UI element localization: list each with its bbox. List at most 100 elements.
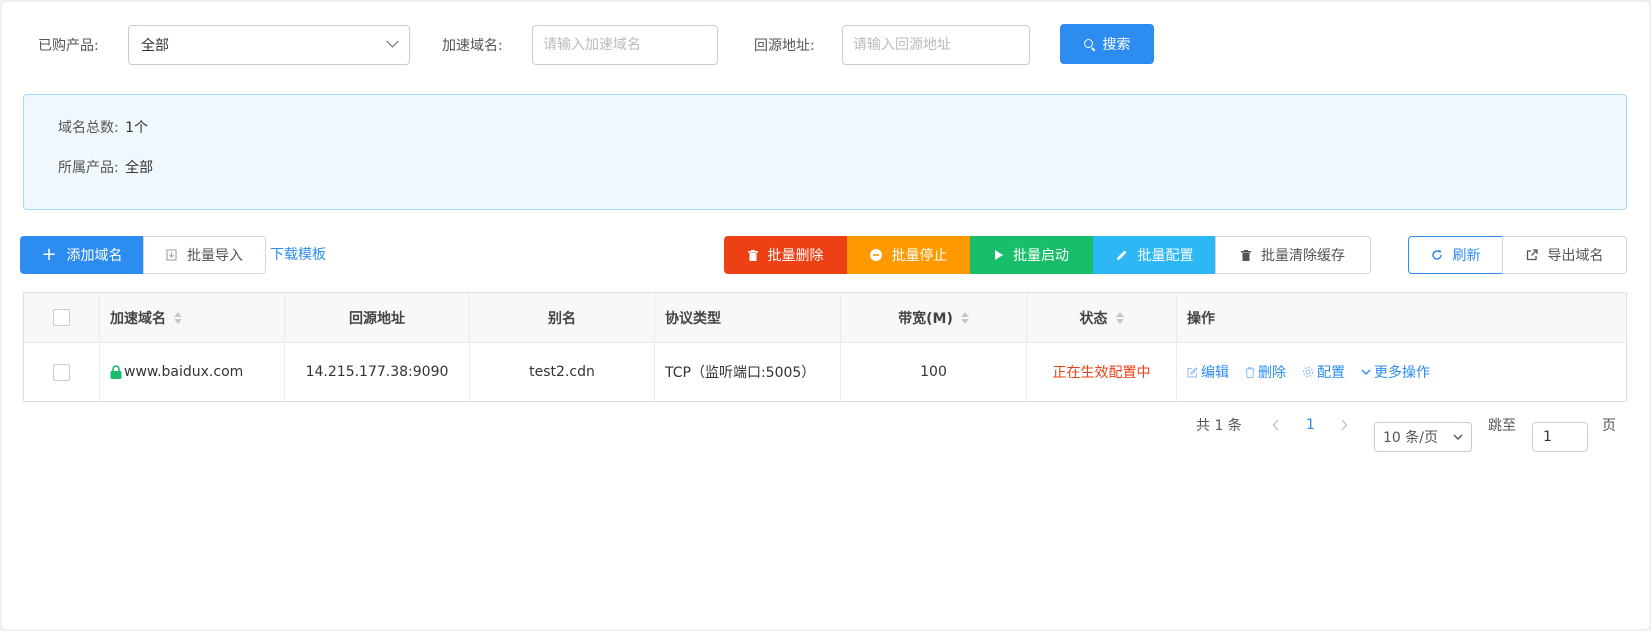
header-domain-label: 加速域名 <box>110 310 166 327</box>
gear-icon <box>1303 367 1313 377</box>
batch-stop-button[interactable]: 批量停止 <box>847 236 970 274</box>
product-select[interactable]: 全部 <box>128 25 410 65</box>
chevron-down-icon <box>1453 434 1463 440</box>
chevron-down-icon <box>386 34 399 48</box>
more-actions-dropdown[interactable]: 更多操作 <box>1361 362 1430 382</box>
page-size-value: 10 条/页 <box>1383 430 1438 446</box>
batch-delete-label: 批量删除 <box>767 248 824 264</box>
domain-value: www.baidux.com <box>124 364 244 380</box>
domain-table: 加速域名 回源地址 别名 协议类型 带宽(M) 状态 操作 www.baidux… <box>23 292 1627 402</box>
domain-count-row: 域名总数: 1个 <box>58 117 148 137</box>
batch-stop-label: 批量停止 <box>891 248 948 264</box>
header-actions-label: 操作 <box>1187 310 1215 327</box>
domain-count-value: 1个 <box>125 120 149 136</box>
batch-config-label: 批量配置 <box>1137 248 1194 264</box>
origin-cell: 14.215.177.38:9090 <box>285 343 470 401</box>
summary-box: 域名总数: 1个 所属产品: 全部 <box>23 94 1627 210</box>
product-row: 所属产品: 全部 <box>58 157 153 177</box>
jump-to-label: 跳至 <box>1488 418 1516 434</box>
table-header-row: 加速域名 回源地址 别名 协议类型 带宽(M) 状态 操作 <box>24 293 1626 343</box>
config-action-label: 配置 <box>1317 365 1345 381</box>
page-number-current[interactable]: 1 <box>1306 410 1315 440</box>
batch-start-button[interactable]: 批量启动 <box>970 236 1093 274</box>
header-origin-label: 回源地址 <box>349 310 405 327</box>
row-checkbox[interactable] <box>53 363 70 381</box>
batch-clear-cache-button[interactable]: 批量清除缓存 <box>1215 236 1371 274</box>
header-bandwidth[interactable]: 带宽(M) <box>841 293 1027 342</box>
edit-action[interactable]: 编辑 <box>1187 362 1229 382</box>
alias-value: test2.cdn <box>529 364 595 380</box>
sort-icon[interactable] <box>960 311 969 324</box>
search-button[interactable]: 搜索 <box>1060 24 1154 64</box>
product-filter-label: 已购产品: <box>38 38 99 54</box>
more-actions-label: 更多操作 <box>1374 365 1430 381</box>
alias-cell: test2.cdn <box>470 343 655 401</box>
batch-config-button[interactable]: 批量配置 <box>1093 236 1216 274</box>
prev-page-icon[interactable] <box>1272 410 1280 440</box>
header-actions: 操作 <box>1177 293 1626 342</box>
refresh-label: 刷新 <box>1452 248 1481 264</box>
play-icon <box>995 250 1003 260</box>
sort-icon[interactable] <box>174 311 182 324</box>
plus-icon: + <box>41 244 57 265</box>
delete-action[interactable]: 删除 <box>1245 362 1286 382</box>
batch-clear-cache-label: 批量清除缓存 <box>1261 248 1345 264</box>
page-suffix-label: 页 <box>1602 418 1616 434</box>
minus-circle-icon <box>869 249 882 261</box>
header-status-label: 状态 <box>1079 310 1108 327</box>
chevron-down-icon <box>1361 369 1371 375</box>
header-origin: 回源地址 <box>285 293 470 342</box>
jump-page-input[interactable] <box>1532 422 1588 452</box>
edit-icon <box>1187 366 1198 377</box>
next-page-icon[interactable] <box>1340 410 1348 440</box>
export-domains-button[interactable]: 导出域名 <box>1502 236 1627 274</box>
origin-value: 14.215.177.38:9090 <box>305 364 449 380</box>
origin-search-input[interactable] <box>842 25 1030 65</box>
external-link-icon <box>1526 249 1538 261</box>
actions-cell: 编辑 删除 配置 更多操作 <box>1177 343 1626 401</box>
header-alias-label: 别名 <box>548 310 576 327</box>
refresh-icon <box>1431 250 1442 260</box>
export-domains-label: 导出域名 <box>1547 248 1604 264</box>
batch-import-button[interactable]: 批量导入 <box>143 236 266 274</box>
protocol-cell: TCP（监听端口:5005） <box>655 343 841 401</box>
trash-icon <box>747 249 758 261</box>
header-bandwidth-label: 带宽(M) <box>898 310 953 327</box>
sort-icon[interactable] <box>1115 311 1124 324</box>
origin-filter-label: 回源地址: <box>754 38 815 54</box>
bandwidth-cell: 100 <box>841 343 1027 401</box>
page-size-select[interactable]: 10 条/页 <box>1374 422 1472 452</box>
product-select-value: 全部 <box>141 38 169 54</box>
table-row: www.baidux.com 14.215.177.38:9090 test2.… <box>24 343 1626 401</box>
download-template-link[interactable]: 下载模板 <box>270 242 326 266</box>
pencil-icon <box>1116 250 1126 260</box>
status-cell: 正在生效配置中 <box>1027 343 1177 401</box>
refresh-button[interactable]: 刷新 <box>1408 236 1503 274</box>
domain-count-label: 域名总数: <box>58 120 119 136</box>
header-alias: 别名 <box>470 293 655 342</box>
select-all-checkbox[interactable] <box>53 309 70 326</box>
header-select-all-cell <box>24 293 100 342</box>
row-select-cell <box>24 343 100 401</box>
trash-icon <box>1241 249 1251 261</box>
main-panel: 已购产品: 全部 加速域名: 回源地址: 搜索 域名总数: 1个 所属产品: 全… <box>2 2 1649 629</box>
search-button-label: 搜索 <box>1102 37 1131 53</box>
lock-icon <box>110 365 122 379</box>
add-domain-label: 添加域名 <box>66 248 123 264</box>
batch-start-label: 批量启动 <box>1013 248 1069 264</box>
header-domain[interactable]: 加速域名 <box>100 293 285 342</box>
domain-filter-label: 加速域名: <box>442 38 503 54</box>
search-icon <box>1083 38 1095 50</box>
header-status[interactable]: 状态 <box>1027 293 1177 342</box>
protocol-value: TCP（监听端口:5005） <box>665 365 816 381</box>
trash-icon <box>1245 366 1255 378</box>
config-action[interactable]: 配置 <box>1302 362 1345 382</box>
domain-cell: www.baidux.com <box>100 343 285 401</box>
product-row-label: 所属产品: <box>58 160 119 176</box>
add-domain-button[interactable]: + 添加域名 <box>20 236 144 274</box>
batch-delete-button[interactable]: 批量删除 <box>724 236 847 274</box>
domain-search-input[interactable] <box>532 25 718 65</box>
delete-action-label: 删除 <box>1258 365 1286 381</box>
product-row-value: 全部 <box>125 160 154 176</box>
header-protocol: 协议类型 <box>655 293 841 342</box>
